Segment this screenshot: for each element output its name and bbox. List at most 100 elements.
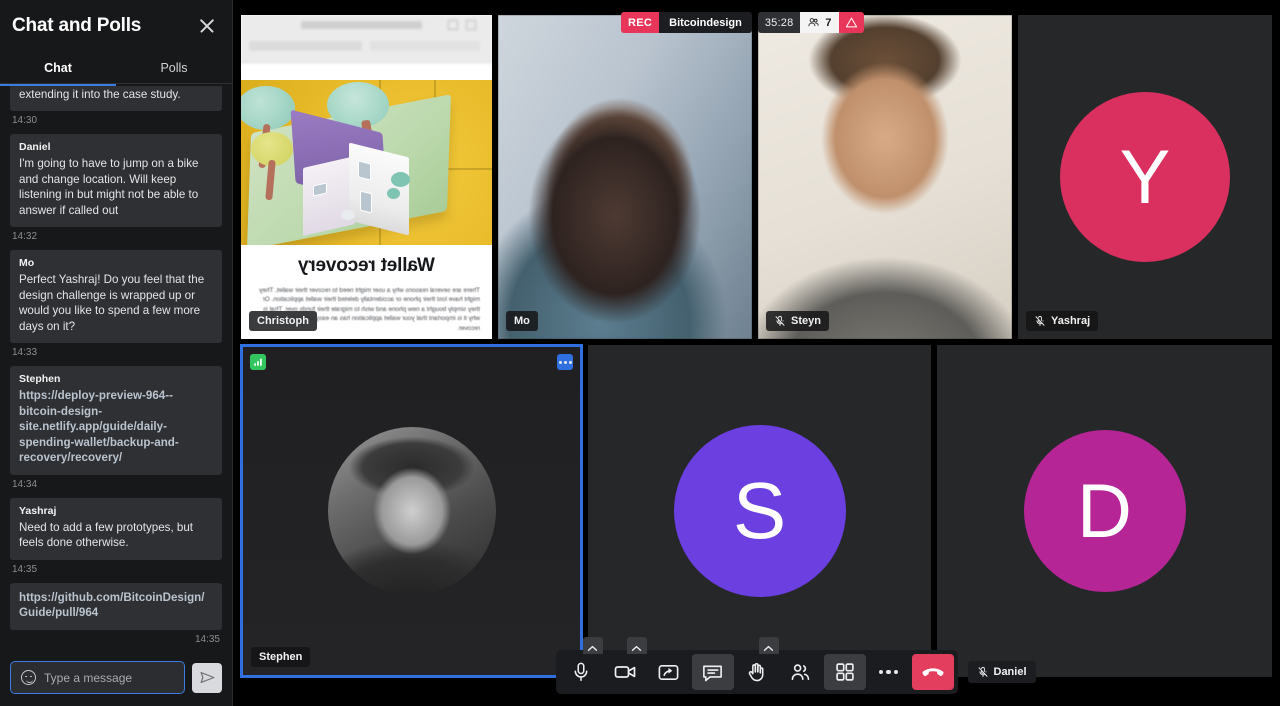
shared-illustration — [241, 80, 492, 245]
page-title: Chat and Polls — [12, 15, 142, 36]
tile-d-avatar[interactable]: D — [936, 344, 1273, 678]
shared-slide-heading: Wallet recovery — [298, 255, 435, 276]
microphone-muted-icon — [775, 315, 785, 326]
tab-chat[interactable]: Chat — [0, 52, 116, 83]
smiley-icon[interactable] — [21, 670, 36, 685]
video-grid-row-2: Stephen S D — [233, 340, 1280, 692]
tile-name-mo: Mo — [506, 311, 538, 331]
tile-name-label: Stephen — [259, 651, 303, 663]
layout-button[interactable] — [823, 654, 866, 690]
message-input-placeholder: Type a message — [44, 670, 133, 685]
video-feed-mo — [498, 15, 752, 339]
chat-message-timestamp: 14:35 — [194, 633, 220, 645]
more-button[interactable] — [868, 654, 910, 690]
chat-panel: Chat and Polls Chat Polls Thanks Stephen… — [0, 0, 233, 706]
tile-mo[interactable]: Mo — [497, 14, 753, 340]
elapsed-timer: 35:28 — [757, 12, 801, 33]
tab-polls[interactable]: Polls — [116, 52, 232, 83]
chat-message-list[interactable]: Thanks Stephen. Thanks Mo! Would really … — [0, 86, 232, 653]
tile-name-yashraj: Yashraj — [1026, 311, 1099, 331]
chat-message-author: Daniel — [19, 141, 51, 153]
tile-name-label: Mo — [514, 315, 530, 327]
more-dots-icon — [878, 669, 899, 675]
chat-composer: Type a message — [0, 653, 232, 706]
send-button[interactable] — [192, 662, 222, 693]
chat-message-bubble: Stephen https://deploy-preview-964--bitco… — [10, 366, 222, 475]
tile-name-label: Steyn — [791, 315, 821, 327]
warning-triangle-icon — [845, 17, 857, 28]
tile-steyn[interactable]: Steyn — [757, 14, 1013, 340]
tile-name-christoph: Christoph — [249, 311, 317, 331]
chat-message-text: Perfect Yashraj! Do you feel that the de… — [19, 273, 205, 333]
chat-message-bubble: Mo Perfect Yashraj! Do you feel that the … — [10, 250, 222, 343]
chat-message-author: Mo — [19, 257, 35, 269]
people-icon — [808, 18, 820, 27]
chat-message-timestamp: 14:35 — [12, 563, 38, 575]
self-participant-badge: Daniel — [967, 661, 1036, 683]
chat-message-bubble: Yashraj Need to add a few prototypes, but… — [10, 497, 222, 560]
avatar-initial: S — [732, 466, 787, 555]
chat-message-timestamp: 14:34 — [12, 478, 38, 490]
avatar: S — [673, 425, 846, 597]
tab-polls-label: Polls — [160, 60, 188, 75]
chat-message-bubble: https://github.com/BitcoinDesign/Guide/p… — [10, 582, 222, 630]
more-options-icon[interactable] — [557, 354, 573, 370]
participants-button[interactable] — [780, 654, 822, 690]
close-icon[interactable] — [196, 15, 218, 37]
avatar — [327, 427, 496, 595]
video-call-app: Chat and Polls Chat Polls Thanks Stephen… — [0, 0, 1280, 706]
share-screen-button[interactable] — [648, 654, 690, 690]
signal-bars — [254, 358, 262, 366]
avatar: D — [1023, 430, 1186, 592]
chat-message-bubble: Daniel I'm going to have to jump on a bik… — [10, 134, 222, 227]
tile-name-steyn: Steyn — [766, 311, 829, 331]
participant-count-chip[interactable]: 7 — [800, 12, 839, 33]
send-icon — [200, 671, 214, 684]
tile-yashraj[interactable]: Y Yashraj — [1017, 14, 1273, 340]
camera-options-button[interactable] — [626, 637, 647, 654]
camera-button[interactable] — [604, 637, 647, 690]
avatar-initial: D — [1077, 468, 1132, 554]
participants-icon — [791, 663, 810, 680]
chat-button[interactable] — [691, 654, 734, 690]
tile-stephen[interactable]: Stephen — [240, 344, 583, 678]
chevron-up-icon — [631, 645, 642, 651]
chat-message-timestamp: 14:32 — [12, 231, 38, 242]
chat-message-timestamp: 14:30 — [12, 115, 38, 126]
chat-message: https://github.com/BitcoinDesign/Guide/p… — [10, 582, 222, 645]
raise-hand-button[interactable] — [736, 637, 779, 690]
video-stage: REC Bitcoindesign 35:28 7 Wallet recover… — [233, 0, 1280, 706]
participant-count: 7 — [825, 16, 832, 29]
tile-name-label: Yashraj — [1051, 315, 1091, 327]
end-call-icon — [921, 668, 944, 677]
chat-message: Yashraj Need to add a few prototypes, but… — [10, 497, 222, 575]
video-feed-steyn — [758, 15, 1012, 339]
status-bar: REC Bitcoindesign 35:28 7 — [621, 12, 864, 33]
message-input[interactable]: Type a message — [10, 661, 185, 694]
microphone-button[interactable] — [560, 637, 603, 690]
microphone-muted-icon — [978, 666, 987, 677]
chat-message-author: Stephen — [19, 373, 61, 385]
tile-s-avatar[interactable]: S — [587, 344, 932, 678]
chat-message-author: Yashraj — [19, 504, 57, 517]
raise-hand-icon — [748, 662, 764, 681]
end-call-button[interactable]: Daniel — [911, 654, 1036, 690]
chat-bubble-icon — [703, 665, 722, 681]
self-name-label: Daniel — [993, 666, 1027, 678]
microphone-options-button[interactable] — [582, 637, 603, 654]
avatar-initial: Y — [1119, 134, 1171, 220]
chat-message-timestamp: 14:33 — [12, 347, 38, 358]
chat-message-link[interactable]: https://github.com/BitcoinDesign/Guide/p… — [19, 590, 213, 621]
chat-message-bubble: Thanks Stephen. Thanks Mo! Would really … — [10, 86, 222, 111]
tile-christoph[interactable]: Wallet recovery There are several reason… — [240, 14, 493, 340]
chat-panel-header: Chat and Polls — [0, 0, 232, 52]
chat-message-text: Need to add a few prototypes, but feels … — [19, 520, 194, 550]
chat-message-link[interactable]: https://deploy-preview-964--bitcoin-desi… — [19, 388, 213, 466]
chat-message: Daniel I'm going to have to jump on a bik… — [10, 134, 222, 242]
meeting-name: Bitcoindesign — [659, 12, 752, 33]
microphone-muted-icon — [1035, 315, 1045, 326]
microphone-icon — [574, 662, 587, 682]
raise-hand-options-button[interactable] — [758, 637, 779, 654]
tab-chat-label: Chat — [44, 60, 72, 75]
warning-badge[interactable] — [838, 12, 864, 33]
